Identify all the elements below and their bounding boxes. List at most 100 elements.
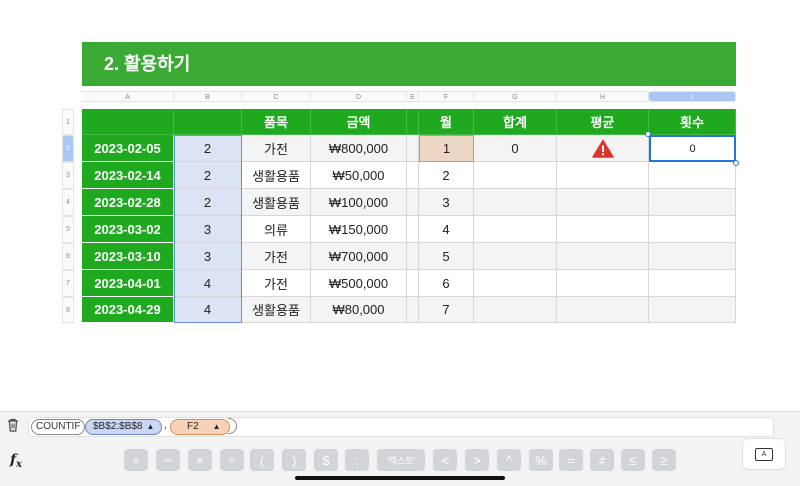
column-header-f[interactable]: F xyxy=(419,91,474,102)
cell-avg-row8[interactable] xyxy=(557,297,649,323)
cell-count-row2[interactable]: 0 xyxy=(649,135,736,162)
key-0[interactable]: + xyxy=(124,449,148,471)
cell-month-row8[interactable]: 7 xyxy=(419,297,474,323)
key-1[interactable]: − xyxy=(156,449,180,471)
header-cell-b[interactable] xyxy=(174,109,242,135)
cell-amount-row3[interactable]: ₩50,000 xyxy=(311,162,407,189)
column-header-c[interactable]: C xyxy=(242,91,311,102)
cell-date-row3[interactable]: 2023-02-14 xyxy=(82,162,174,189)
column-header-e[interactable]: E xyxy=(407,91,419,102)
row-header-8[interactable]: 8 xyxy=(62,297,74,323)
cell-item-row6[interactable]: 가전 xyxy=(242,243,311,270)
cell-amount-row5[interactable]: ₩150,000 xyxy=(311,216,407,243)
cell-date-row7[interactable]: 2023-04-01 xyxy=(82,270,174,297)
cell-item-row5[interactable]: 의류 xyxy=(242,216,311,243)
column-header-a[interactable]: A xyxy=(82,91,174,102)
key-13[interactable]: = xyxy=(559,449,583,471)
cell-b-row8[interactable]: 4 xyxy=(174,297,242,323)
header-cell-month[interactable]: 월 xyxy=(419,109,474,135)
header-cell-a[interactable] xyxy=(82,109,174,135)
header-cell-sum[interactable]: 합계 xyxy=(474,109,557,135)
cell-b-row3[interactable]: 2 xyxy=(174,162,242,189)
cell-month-row6[interactable]: 5 xyxy=(419,243,474,270)
cell-sum-row8[interactable] xyxy=(474,297,557,323)
cell-sum-row7[interactable] xyxy=(474,270,557,297)
row-header-2[interactable]: 2 xyxy=(62,135,74,162)
cell-e-row8[interactable] xyxy=(407,297,419,323)
key-6[interactable]: $ xyxy=(314,449,338,471)
cell-e-row6[interactable] xyxy=(407,243,419,270)
key-8[interactable]: '텍스트' xyxy=(377,449,425,471)
cell-amount-row2[interactable]: ₩800,000 xyxy=(311,135,407,162)
row-header-4[interactable]: 4 xyxy=(62,189,74,216)
cell-date-row2[interactable]: 2023-02-05 xyxy=(82,135,174,162)
column-header-b[interactable]: B xyxy=(174,91,242,102)
header-cell-item[interactable]: 품목 xyxy=(242,109,311,135)
cell-avg-row7[interactable] xyxy=(557,270,649,297)
header-cell-e[interactable] xyxy=(407,109,419,135)
cell-date-row5[interactable]: 2023-03-02 xyxy=(82,216,174,243)
key-11[interactable]: ^ xyxy=(497,449,521,471)
row-header-7[interactable]: 7 xyxy=(62,270,74,297)
formula-criteria-token[interactable]: F2 ▲ xyxy=(170,419,230,435)
key-14[interactable]: ≠ xyxy=(590,449,614,471)
keyboard-toggle-button[interactable]: A xyxy=(742,438,786,470)
cell-item-row4[interactable]: 생활용품 xyxy=(242,189,311,216)
cell-e-row3[interactable] xyxy=(407,162,419,189)
cell-e-row4[interactable] xyxy=(407,189,419,216)
cell-b-row6[interactable]: 3 xyxy=(174,243,242,270)
cell-e-row7[interactable] xyxy=(407,270,419,297)
row-header-3[interactable]: 3 xyxy=(62,162,74,189)
header-cell-count[interactable]: 횟수 xyxy=(649,109,736,135)
column-header-i[interactable]: I xyxy=(649,91,736,102)
row-header-1[interactable]: 1 xyxy=(62,109,74,135)
cell-count-row3[interactable] xyxy=(649,162,736,189)
cell-avg-row3[interactable] xyxy=(557,162,649,189)
cell-item-row8[interactable]: 생활용품 xyxy=(242,297,311,323)
cell-item-row2[interactable]: 가전 xyxy=(242,135,311,162)
fx-icon[interactable]: fx xyxy=(10,452,22,470)
key-7[interactable]: : xyxy=(345,449,369,471)
key-16[interactable]: ≥ xyxy=(652,449,676,471)
cell-count-row6[interactable] xyxy=(649,243,736,270)
cell-e-row5[interactable] xyxy=(407,216,419,243)
cell-avg-row2[interactable] xyxy=(557,135,649,162)
cell-avg-row4[interactable] xyxy=(557,189,649,216)
header-cell-amount[interactable]: 금액 xyxy=(311,109,407,135)
cell-sum-row4[interactable] xyxy=(474,189,557,216)
cell-item-row7[interactable]: 가전 xyxy=(242,270,311,297)
cell-month-row2[interactable]: 1 xyxy=(419,135,474,162)
row-header-6[interactable]: 6 xyxy=(62,243,74,270)
cell-month-row4[interactable]: 3 xyxy=(419,189,474,216)
cell-month-row5[interactable]: 4 xyxy=(419,216,474,243)
key-2[interactable]: × xyxy=(188,449,212,471)
criteria-menu-triangle-icon[interactable]: ▲ xyxy=(213,422,221,431)
cell-b-row7[interactable]: 4 xyxy=(174,270,242,297)
key-10[interactable]: > xyxy=(465,449,489,471)
cell-avg-row5[interactable] xyxy=(557,216,649,243)
selection-handle-bottom-right[interactable] xyxy=(733,160,739,166)
header-cell-average[interactable]: 평균 xyxy=(557,109,649,135)
cell-count-row8[interactable] xyxy=(649,297,736,323)
column-header-h[interactable]: H xyxy=(557,91,649,102)
cell-amount-row8[interactable]: ₩80,000 xyxy=(311,297,407,323)
cell-count-row4[interactable] xyxy=(649,189,736,216)
cell-month-row7[interactable]: 6 xyxy=(419,270,474,297)
trash-icon[interactable] xyxy=(6,418,20,434)
column-header-d[interactable]: D xyxy=(311,91,407,102)
key-4[interactable]: ( xyxy=(250,449,274,471)
row-header-5[interactable]: 5 xyxy=(62,216,74,243)
key-3[interactable]: ÷ xyxy=(220,449,244,471)
cell-sum-row5[interactable] xyxy=(474,216,557,243)
cell-sum-row3[interactable] xyxy=(474,162,557,189)
formula-function-token[interactable]: COUNTIF xyxy=(31,419,86,435)
cell-count-row7[interactable] xyxy=(649,270,736,297)
cell-date-row6[interactable]: 2023-03-10 xyxy=(82,243,174,270)
cell-amount-row4[interactable]: ₩100,000 xyxy=(311,189,407,216)
cell-amount-row7[interactable]: ₩500,000 xyxy=(311,270,407,297)
cell-month-row3[interactable]: 2 xyxy=(419,162,474,189)
cell-item-row3[interactable]: 생활용품 xyxy=(242,162,311,189)
cell-sum-row6[interactable] xyxy=(474,243,557,270)
key-5[interactable]: ) xyxy=(282,449,306,471)
cell-date-row4[interactable]: 2023-02-28 xyxy=(82,189,174,216)
